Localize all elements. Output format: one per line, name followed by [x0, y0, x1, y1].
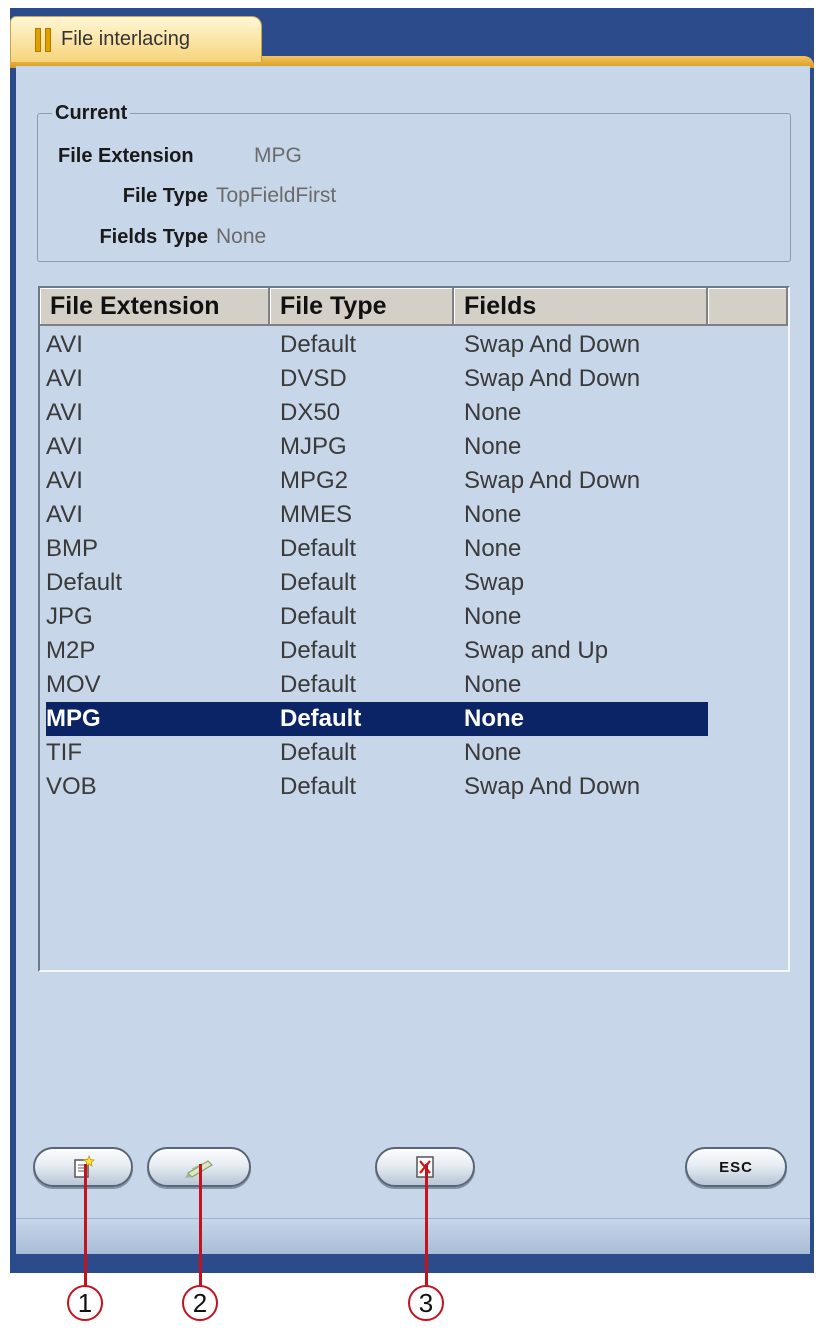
table-row[interactable]: AVI DVSD Swap And Down	[46, 362, 708, 396]
cell-file-type: Default	[280, 603, 357, 630]
table-row[interactable]: JPG Default None	[46, 600, 708, 634]
callout-line-1	[84, 1164, 87, 1286]
current-file-extension-label: File Extension	[58, 145, 194, 167]
new-button[interactable]	[33, 1147, 133, 1187]
cell-fields: Swap And Down	[464, 331, 641, 358]
column-header-empty	[708, 288, 788, 326]
cell-file-extension: M2P	[46, 637, 96, 664]
cell-file-type: MJPG	[280, 433, 347, 460]
table-row[interactable]: AVI MPG2 Swap And Down	[46, 464, 708, 498]
cell-file-extension: AVI	[46, 331, 83, 358]
cell-file-extension: VOB	[46, 773, 97, 800]
cell-file-type: Default	[280, 535, 357, 562]
callout-line-2	[199, 1164, 202, 1286]
cell-file-extension: AVI	[46, 399, 83, 426]
list-header: File Extension File Type Fields	[40, 288, 788, 326]
cell-file-extension: TIF	[46, 739, 82, 766]
cell-fields: None	[464, 705, 524, 732]
table-row[interactable]: AVI DX50 None	[46, 396, 708, 430]
table-row[interactable]: VOB Default Swap And Down	[46, 770, 708, 804]
table-row[interactable]: Default Default Swap	[46, 566, 708, 600]
cell-fields: None	[464, 433, 522, 460]
table-row[interactable]: AVI MJPG None	[46, 430, 708, 464]
esc-button[interactable]: ESC	[685, 1147, 787, 1187]
cell-file-type: DVSD	[280, 365, 347, 392]
callout-line-3	[425, 1164, 428, 1286]
cell-fields: Swap and Up	[464, 637, 609, 664]
cell-file-type: Default	[280, 331, 357, 358]
cell-file-type: Default	[280, 569, 357, 596]
column-header-file-type[interactable]: File Type	[270, 288, 454, 326]
cell-file-extension: AVI	[46, 433, 83, 460]
cell-fields: None	[464, 501, 522, 528]
table-row[interactable]: M2P Default Swap and Up	[46, 634, 708, 668]
cell-fields: None	[464, 399, 522, 426]
cell-file-extension: AVI	[46, 467, 83, 494]
callout-number-2: 2	[182, 1285, 218, 1321]
cell-fields: Swap And Down	[464, 773, 641, 800]
cell-file-extension: BMP	[46, 535, 99, 562]
cell-file-type: DX50	[280, 399, 341, 426]
current-file-type-row: File Type TopFieldFirst	[16, 184, 336, 208]
cell-file-type: MPG2	[280, 467, 349, 494]
table-row[interactable]: AVI MMES None	[46, 498, 708, 532]
table-row[interactable]: AVI Default Swap And Down	[46, 328, 708, 362]
current-file-extension-row: File Extension MPG	[16, 144, 302, 168]
current-file-extension-value: MPG	[254, 144, 302, 167]
new-document-icon	[74, 1154, 95, 1178]
cell-file-type: Default	[280, 705, 362, 732]
cell-file-extension: MOV	[46, 671, 101, 698]
cell-fields: None	[464, 603, 522, 630]
cell-file-type: Default	[280, 773, 357, 800]
bottom-strip	[16, 1218, 810, 1254]
cell-file-type: Default	[280, 637, 357, 664]
table-row[interactable]: BMP Default None	[46, 532, 708, 566]
cell-fields: Swap And Down	[464, 365, 641, 392]
column-header-file-extension[interactable]: File Extension	[40, 288, 270, 326]
tab-file-interlacing[interactable]: File interlacing	[10, 16, 262, 62]
cell-fields: Swap And Down	[464, 467, 641, 494]
table-row[interactable]: TIF Default None	[46, 736, 708, 770]
current-file-type-value: TopFieldFirst	[216, 184, 337, 207]
interlacing-list[interactable]: File Extension File Type Fields AVI Defau…	[38, 286, 790, 972]
cell-fields: Swap	[464, 569, 525, 596]
current-fields-type-value: None	[216, 225, 267, 248]
current-fields-type-row: Fields Type None	[16, 225, 266, 249]
cell-file-extension: AVI	[46, 501, 83, 528]
cell-file-extension: JPG	[46, 603, 93, 630]
table-row[interactable]: MOV Default None	[46, 668, 708, 702]
tab-title: File interlacing	[61, 28, 190, 50]
cell-file-extension: Default	[46, 569, 123, 596]
cell-fields: None	[464, 535, 522, 562]
cell-fields: None	[464, 671, 522, 698]
current-fields-type-label: Fields Type	[99, 226, 208, 248]
cell-fields: None	[464, 739, 522, 766]
column-header-fields[interactable]: Fields	[454, 288, 708, 326]
main-panel: Current File Extension MPG File Type Top…	[16, 66, 810, 1254]
table-row[interactable]: MPG Default None	[45, 701, 709, 737]
cell-file-extension: MPG	[46, 705, 101, 732]
callout-number-3: 3	[408, 1285, 444, 1321]
current-file-type-label: File Type	[122, 185, 208, 207]
cell-file-extension: AVI	[46, 365, 83, 392]
cell-file-type: Default	[280, 671, 357, 698]
list-rows: AVI Default Swap And Down AVI DVSD Swap And D…	[40, 326, 788, 804]
cell-file-type: MMES	[280, 501, 352, 528]
callout-number-1: 1	[67, 1285, 103, 1321]
cell-file-type: Default	[280, 739, 357, 766]
tab-bars-icon	[35, 27, 51, 52]
current-legend: Current	[55, 102, 128, 124]
